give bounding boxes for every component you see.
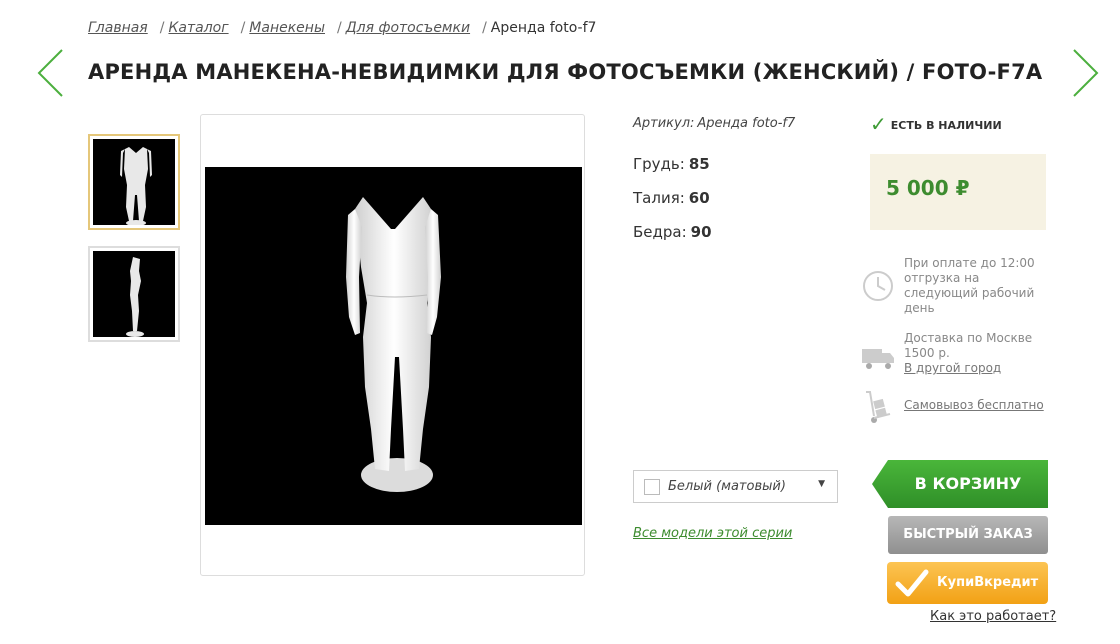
sku: Артикул: Аренда foto-f7 bbox=[633, 116, 795, 131]
prev-product-button[interactable] bbox=[36, 48, 66, 98]
thumbnail-front[interactable] bbox=[88, 134, 180, 230]
truck-icon bbox=[862, 349, 894, 369]
check-icon bbox=[895, 569, 929, 597]
check-icon: ✓ bbox=[870, 112, 887, 136]
mannequin-side-thumb bbox=[126, 257, 144, 337]
pickup-link[interactable]: Самовывоз бесплатно bbox=[904, 398, 1044, 412]
breadcrumb-photo[interactable]: Для фотосъемки bbox=[346, 20, 470, 36]
product-image-frame[interactable] bbox=[200, 114, 585, 576]
shipping-text: При оплате до 12:00 отгрузка на следующи… bbox=[904, 256, 1035, 315]
other-city-link[interactable]: В другой город bbox=[904, 361, 1001, 375]
spec-value: 90 bbox=[690, 223, 712, 241]
mannequin-front-image bbox=[346, 197, 441, 492]
sku-value: Аренда foto-f7 bbox=[697, 116, 796, 131]
price: 5 000 ₽ bbox=[886, 176, 970, 200]
thumbnail-image bbox=[93, 139, 175, 225]
spec-value: 85 bbox=[688, 155, 710, 173]
how-it-works-link[interactable]: Как это работает? bbox=[930, 609, 1056, 624]
spec-label: Талия: bbox=[633, 189, 685, 207]
pickup-text: Самовывоз бесплатно bbox=[904, 398, 1054, 413]
all-series-models-link[interactable]: Все модели этой серии bbox=[633, 526, 792, 541]
breadcrumb: Главная / Каталог / Манекены / Для фотосъемки /… bbox=[88, 20, 597, 36]
stock-label: ЕСТЬ В НАЛИЧИИ bbox=[890, 119, 1002, 132]
page-title: АРЕНДА МАНЕКЕНА-НЕВИДИМКИ ДЛЯ ФОТОСЪЕМКИ… bbox=[88, 60, 1043, 84]
chevron-right-icon bbox=[1073, 49, 1099, 97]
stock-status: ✓ ЕСТЬ В НАЛИЧИИ bbox=[870, 112, 1002, 136]
add-to-cart-button[interactable]: В КОРЗИНУ bbox=[872, 460, 1048, 508]
thumbnail-side[interactable] bbox=[88, 246, 180, 342]
delivery-text: Доставка по Москве 1500 р. В другой город bbox=[904, 331, 1033, 375]
spec-label: Бедра: bbox=[633, 223, 687, 241]
spec-waist: Талия: 60 bbox=[633, 189, 710, 207]
mannequin-front-thumb bbox=[120, 147, 152, 225]
spec-label: Грудь: bbox=[633, 155, 685, 173]
price-box: 5 000 ₽ bbox=[870, 154, 1046, 230]
clock-icon bbox=[863, 271, 893, 301]
color-swatch bbox=[644, 479, 660, 495]
sku-label: Артикул: bbox=[633, 116, 695, 131]
breadcrumb-catalog[interactable]: Каталог bbox=[168, 20, 228, 36]
spec-hips: Бедра: 90 bbox=[633, 223, 712, 241]
chevron-left-icon bbox=[37, 49, 63, 97]
color-select[interactable]: Белый (матовый) ▼ bbox=[633, 470, 838, 503]
color-select-value: Белый (матовый) bbox=[668, 479, 786, 494]
breadcrumb-current: Аренда foto-f7 bbox=[490, 20, 597, 36]
product-image bbox=[205, 167, 582, 525]
credit-label: КупиВкредит bbox=[937, 575, 1039, 590]
next-product-button[interactable] bbox=[1070, 48, 1100, 98]
breadcrumb-mannequins[interactable]: Манекены bbox=[249, 20, 325, 36]
spec-value: 60 bbox=[688, 189, 710, 207]
buy-on-credit-button[interactable]: КупиВкредит bbox=[887, 562, 1048, 604]
spec-bust: Грудь: 85 bbox=[633, 155, 710, 173]
hand-truck-icon bbox=[866, 391, 891, 423]
quick-order-button[interactable]: БЫСТРЫЙ ЗАКАЗ bbox=[888, 516, 1048, 554]
thumbnail-image bbox=[93, 251, 175, 337]
dropdown-arrow-icon: ▼ bbox=[818, 479, 825, 489]
breadcrumb-home[interactable]: Главная bbox=[88, 20, 148, 36]
